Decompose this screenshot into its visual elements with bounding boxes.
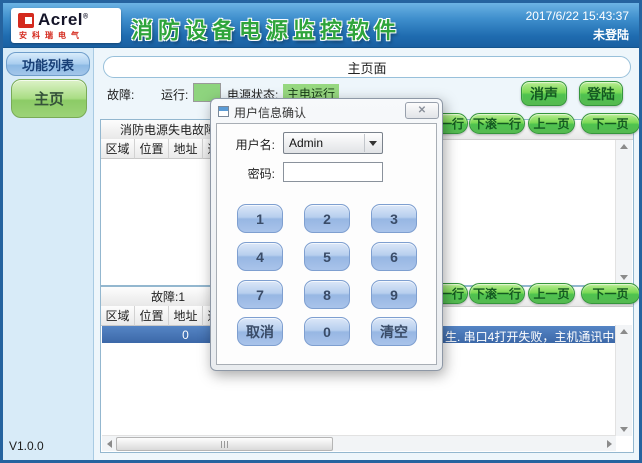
scroll-down-arrow-icon[interactable] (616, 423, 632, 436)
fault-table-prev-page-button[interactable]: 上一页 (528, 283, 575, 304)
page-title: 主页面 (103, 56, 631, 78)
app-title: 消防设备电源监控软件 (131, 13, 401, 45)
sidebar-panel-title: 功能列表 (6, 52, 90, 76)
keypad-button-4[interactable]: 4 (237, 242, 283, 271)
fault-table-hscrollbar[interactable] (102, 435, 616, 451)
keypad-button-5[interactable]: 5 (304, 242, 350, 271)
username-value: Admin (289, 136, 323, 150)
fault-col-area[interactable]: 区域 (101, 306, 135, 326)
run-label: 运行: (161, 86, 188, 103)
dialog-window-icon (218, 106, 229, 117)
fault-table-scroll-down-button[interactable]: 下滚一行 (469, 283, 525, 304)
chevron-down-icon[interactable] (364, 134, 381, 152)
brand-name: Acrel® (38, 10, 89, 30)
sidebar: 功能列表 主页 V1.0.0 (3, 48, 94, 460)
keypad-button-3[interactable]: 3 (371, 204, 417, 233)
fault-table-next-page-button[interactable]: 下一页 (581, 283, 640, 304)
close-icon[interactable]: ✕ (405, 102, 439, 119)
datetime: 2017/6/22 15:43:37 (526, 9, 629, 23)
fault-col-position[interactable]: 位置 (135, 306, 169, 326)
loss-col-address[interactable]: 地址 (169, 139, 203, 159)
fault-col-address[interactable]: 地址 (169, 306, 203, 326)
registered-mark: ® (83, 13, 89, 20)
version-label: V1.0.0 (9, 439, 44, 453)
loss-table-scroll-down-button[interactable]: 下滚一行 (469, 113, 525, 134)
scroll-left-arrow-icon[interactable] (102, 436, 116, 451)
fault-row-address: 0 (169, 328, 202, 342)
app-window: Acrel® 安科瑞电气 消防设备电源监控软件 2017/6/22 15:43:… (0, 0, 642, 463)
dialog-title-bar[interactable]: 用户信息确认 ✕ (211, 99, 442, 123)
loss-table-vscrollbar[interactable] (615, 140, 632, 284)
keypad-button-7[interactable]: 7 (237, 280, 283, 309)
keypad-button-2[interactable]: 2 (304, 204, 350, 233)
username-select[interactable]: Admin (283, 132, 383, 154)
keypad-button-1[interactable]: 1 (237, 204, 283, 233)
main-panel: 主页面 故障: 运行: 电源状态: 主电运行 消声 登陆 上滚一行 下滚一行 上… (94, 48, 639, 460)
mute-button[interactable]: 消声 (521, 81, 567, 106)
keypad-button-9[interactable]: 9 (371, 280, 417, 309)
dialog-title: 用户信息确认 (234, 104, 306, 121)
fault-row-message: 生. 串口4打开失败，主机通讯中断. (445, 328, 630, 345)
acrel-logo-icon (18, 13, 34, 28)
keypad-button-8[interactable]: 8 (304, 280, 350, 309)
sidebar-item-home[interactable]: 主页 (11, 79, 87, 118)
loss-col-position[interactable]: 位置 (135, 139, 169, 159)
hscrollbar-thumb[interactable] (116, 437, 333, 451)
password-field[interactable] (283, 162, 383, 182)
brand-subtitle: 安科瑞电气 (19, 30, 84, 41)
scrollbar-grip-icon (221, 441, 229, 448)
login-status: 未登陆 (593, 26, 629, 43)
loss-col-area[interactable]: 区域 (101, 139, 135, 159)
dialog-content: 用户名: Admin 密码: 1 2 3 4 5 6 7 8 9 取消 0 清空 (216, 123, 437, 365)
login-button[interactable]: 登陆 (579, 81, 623, 106)
acrel-logo: Acrel® 安科瑞电气 (11, 8, 121, 43)
scroll-up-arrow-icon[interactable] (616, 325, 632, 338)
loss-table-next-page-button[interactable]: 下一页 (581, 113, 640, 134)
user-login-dialog: 用户信息确认 ✕ 用户名: Admin 密码: 1 2 3 4 5 6 7 8 … (210, 98, 443, 371)
keypad-button-6[interactable]: 6 (371, 242, 417, 271)
keypad-button-0[interactable]: 0 (304, 317, 350, 346)
username-label: 用户名: (231, 136, 275, 153)
loss-table-prev-page-button[interactable]: 上一页 (528, 113, 575, 134)
fault-table-vscrollbar[interactable] (615, 325, 632, 436)
title-bar: Acrel® 安科瑞电气 消防设备电源监控软件 2017/6/22 15:43:… (3, 3, 639, 48)
fault-label: 故障: (107, 86, 134, 103)
scroll-up-arrow-icon[interactable] (616, 140, 632, 153)
scroll-right-arrow-icon[interactable] (602, 436, 616, 451)
keypad-cancel-button[interactable]: 取消 (237, 317, 283, 346)
password-label: 密码: (231, 165, 275, 182)
keypad-clear-button[interactable]: 清空 (371, 317, 417, 346)
